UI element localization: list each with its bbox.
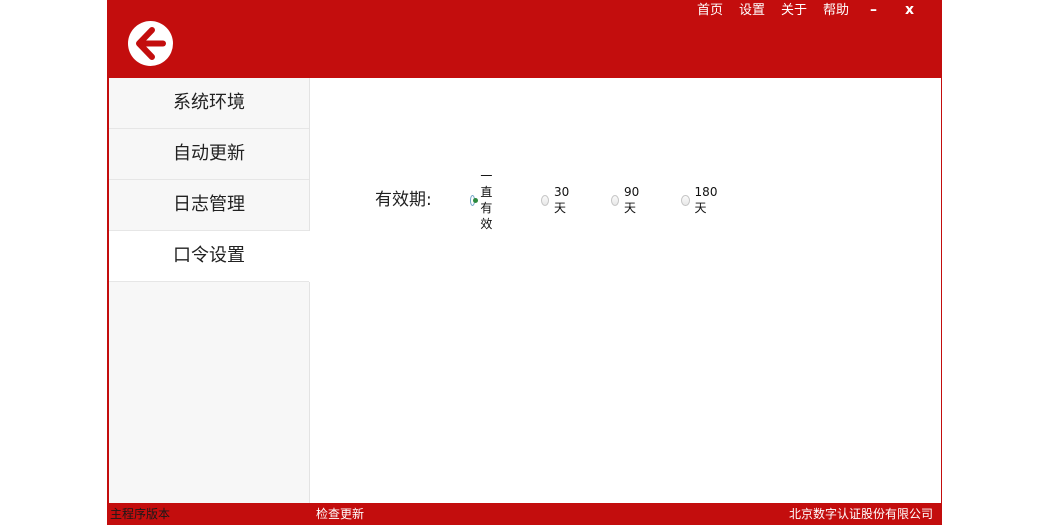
header-bar: 首页 设置 关于 帮助 – x bbox=[107, 0, 942, 78]
radio-circle[interactable] bbox=[541, 194, 550, 206]
top-menu: 首页 设置 关于 帮助 bbox=[697, 3, 865, 19]
menu-home[interactable]: 首页 bbox=[697, 3, 723, 19]
radio-30-days[interactable]: 30天 bbox=[541, 185, 572, 215]
validity-period-label: 有效期: bbox=[375, 190, 432, 210]
app-window: 首页 设置 关于 帮助 – x 系统环境 自动更新 日志管理 口令设置 有效期:… bbox=[107, 0, 942, 525]
sidebar-item-password-settings[interactable]: 口令设置 bbox=[109, 231, 310, 282]
menu-help[interactable]: 帮助 bbox=[823, 3, 849, 19]
radio-label: 180天 bbox=[694, 185, 718, 215]
menu-about[interactable]: 关于 bbox=[781, 3, 807, 19]
radio-circle[interactable] bbox=[611, 194, 620, 206]
minimize-button[interactable]: – bbox=[870, 2, 877, 18]
main-program-version: 主程序版本 bbox=[110, 507, 171, 521]
back-arrow-svg bbox=[136, 27, 166, 60]
radio-label: 90天 bbox=[624, 185, 640, 215]
company-name: 北京数字认证股份有限公司 bbox=[788, 507, 933, 521]
close-button[interactable]: x bbox=[905, 2, 914, 18]
sidebar: 系统环境 自动更新 日志管理 口令设置 bbox=[109, 78, 310, 503]
radio-label: 30天 bbox=[554, 185, 570, 215]
radio-always-valid[interactable]: 一直有效 bbox=[470, 169, 498, 231]
radio-90-days[interactable]: 90天 bbox=[611, 185, 642, 215]
back-arrow-icon[interactable] bbox=[128, 21, 173, 66]
radio-circle[interactable] bbox=[681, 194, 690, 206]
radio-circle[interactable] bbox=[470, 194, 479, 206]
menu-settings[interactable]: 设置 bbox=[739, 3, 765, 19]
radio-label: 一直有效 bbox=[480, 169, 493, 231]
status-bar: 主程序版本 检查更新 北京数字认证股份有限公司 bbox=[107, 503, 942, 525]
sidebar-item-log-management[interactable]: 日志管理 bbox=[109, 180, 309, 231]
check-update-link[interactable]: 检查更新 bbox=[316, 507, 364, 521]
sidebar-item-system-environment[interactable]: 系统环境 bbox=[109, 78, 309, 129]
main-body: 系统环境 自动更新 日志管理 口令设置 有效期: 一直有效 30天 90天 18… bbox=[109, 78, 941, 503]
sidebar-item-auto-update[interactable]: 自动更新 bbox=[109, 129, 309, 180]
content-panel: 有效期: 一直有效 30天 90天 180天 bbox=[310, 78, 941, 503]
radio-180-days[interactable]: 180天 bbox=[681, 185, 720, 215]
